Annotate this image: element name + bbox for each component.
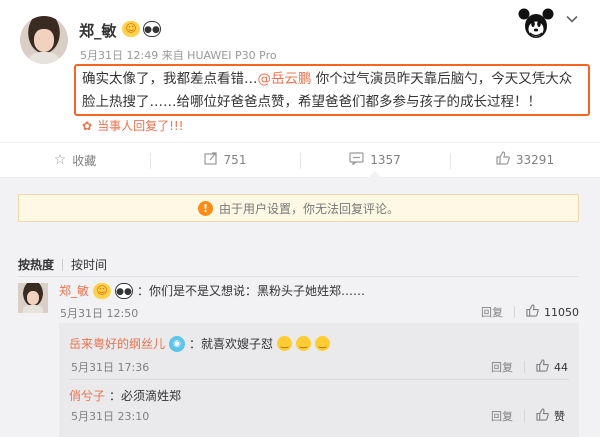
tab-divider — [62, 258, 64, 271]
commenter-avatar[interactable] — [18, 283, 48, 313]
author-name[interactable]: 郑_敏 — [79, 20, 117, 41]
comments-section: ! 由于用户设置，你无法回复评论。 按热度 按时间 郑_敏 ☺ ●● ：你们是不… — [0, 178, 600, 437]
subcomment-actions: 回复 44 — [491, 359, 568, 375]
comment-like-count: 11050 — [544, 305, 579, 319]
subcomment-text: ：就喜欢嫂子怼 — [189, 337, 274, 351]
sort-by-hot-tab[interactable]: 按热度 — [18, 256, 54, 273]
notice-text: 由于用户设置，你无法回复评论。 — [218, 201, 399, 216]
mention-link[interactable]: @岳云鹏 — [258, 71, 312, 87]
forward-button[interactable]: 751 — [150, 143, 300, 177]
reply-disabled-notice: ! 由于用户设置，你无法回复评论。 — [18, 194, 579, 222]
commenter-name[interactable]: 郑_敏 — [59, 282, 89, 299]
subcomment-like-button[interactable]: 赞 — [536, 408, 565, 424]
star-icon: ☆ — [53, 152, 67, 168]
warning-icon: ! — [197, 200, 213, 216]
comment-line: 郑_敏 ☺ ●● ：你们是不是又想说：黑粉头子她姓郑…… — [59, 282, 365, 299]
comment-actions: 回复 11050 — [481, 304, 579, 320]
mickey-decoration-icon — [518, 8, 554, 38]
post-meta: 5月31日 12:49 来自 HUAWEI P30 Pro — [80, 49, 277, 62]
flower-icon: ✿ — [82, 118, 93, 133]
comment-text: ：你们是不是又想说：黑粉头子她姓郑…… — [137, 284, 366, 298]
thumbs-up-icon — [526, 304, 539, 320]
panda-badge[interactable]: ●● — [115, 282, 134, 299]
laugh-emoji-icon: ‿ — [315, 336, 331, 351]
vip-emoji-badge[interactable]: ☺ — [93, 282, 112, 299]
subcomment-like-button[interactable]: 44 — [536, 359, 568, 375]
vip-emoji-badge[interactable]: ☺ — [122, 21, 140, 37]
comment-icon — [349, 151, 364, 169]
ops-divider — [524, 410, 525, 422]
post-text-start: 确实太像了，我都差点看错… — [82, 71, 258, 87]
fan-badge-icon[interactable]: ◉ — [169, 335, 186, 352]
reply-button[interactable]: 回复 — [491, 359, 513, 375]
subcomment-item: 岳来粤好的纲丝儿 ◉ ：就喜欢嫂子怼 ‿ ‿ ‿ 5月31日 17:36 回复 … — [69, 335, 569, 374]
chevron-down-icon[interactable] — [562, 12, 582, 32]
thumbs-up-icon — [536, 359, 549, 375]
subcomment-divider — [69, 379, 569, 380]
subcomment-like-label: 赞 — [554, 410, 565, 423]
forward-icon — [203, 151, 218, 169]
like-button[interactable]: 33291 — [450, 143, 600, 177]
favorite-button[interactable]: ☆ 收藏 — [0, 143, 150, 177]
comment-date: 5月31日 12:50 — [60, 307, 139, 320]
thumbs-up-icon — [496, 151, 510, 169]
subcommenter-name[interactable]: 岳来粤好的纲丝儿 — [69, 335, 165, 352]
subcomment-line: 俏兮子 ：必须滴姓郑 — [69, 387, 569, 404]
subcomment-line: 岳来粤好的纲丝儿 ◉ ：就喜欢嫂子怼 ‿ ‿ ‿ — [69, 335, 569, 352]
laugh-emoji-icon: ‿ — [296, 336, 312, 351]
like-count: 33291 — [515, 153, 555, 167]
post-action-bar: ☆ 收藏 751 1357 33291 — [0, 142, 600, 178]
comment-like-button[interactable]: 11050 — [526, 304, 579, 320]
thumbs-up-icon — [536, 408, 549, 424]
reply-button[interactable]: 回复 — [491, 408, 513, 424]
comment-count: 1357 — [370, 153, 401, 167]
post-content: 确实太像了，我都差点看错…@岳云鹏 你个过气演员昨天靠后脑勺，今天又凭大众脸上热… — [74, 64, 590, 116]
reply-button[interactable]: 回复 — [481, 304, 503, 320]
favorite-label: 收藏 — [72, 153, 97, 168]
author-badges: ☺ ●● — [122, 21, 161, 37]
subcomment-like-count: 44 — [554, 360, 568, 374]
subcomment-date: 5月31日 17:36 — [71, 361, 150, 374]
comment-sort-tabs: 按热度 按时间 — [18, 256, 107, 273]
subcomment-list: 岳来粤好的纲丝儿 ◉ ：就喜欢嫂子怼 ‿ ‿ ‿ 5月31日 17:36 回复 … — [59, 323, 579, 437]
subcomment-date: 5月31日 23:10 — [71, 410, 150, 423]
forward-count: 751 — [223, 153, 247, 167]
ops-divider — [514, 306, 515, 318]
laugh-emoji-icon: ‿ — [277, 336, 293, 351]
ops-divider — [524, 361, 525, 373]
comment-button[interactable]: 1357 — [300, 143, 450, 178]
sort-by-time-tab[interactable]: 按时间 — [71, 256, 107, 273]
weibo-post: 郑_敏 ☺ ●● 5月31日 12:49 来自 HUAWEI P30 Pro 确… — [0, 0, 600, 142]
subcommenter-name[interactable]: 俏兮子 — [69, 387, 105, 404]
panda-badge[interactable]: ●● — [143, 21, 161, 37]
subcomment-actions: 回复 赞 — [491, 408, 565, 424]
subcomment-item: 俏兮子 ：必须滴姓郑 5月31日 23:10 回复 赞 — [69, 387, 569, 423]
reply-note-text: 当事人回复了!!! — [97, 119, 184, 133]
author-replied-note[interactable]: ✿ 当事人回复了!!! — [82, 117, 184, 134]
author-avatar[interactable] — [20, 16, 68, 64]
subcomment-text: ：必须滴姓郑 — [109, 389, 182, 403]
sort-divider — [18, 276, 579, 277]
